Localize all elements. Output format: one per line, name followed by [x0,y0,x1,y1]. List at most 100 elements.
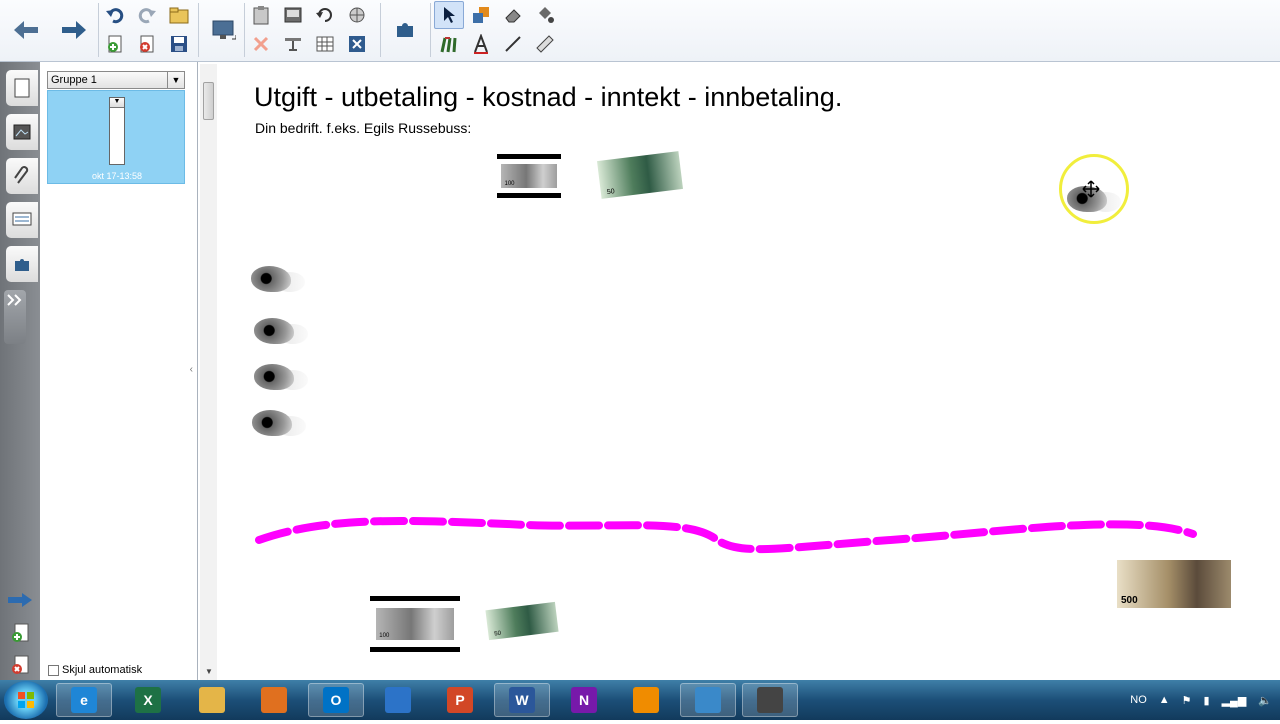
sidebar-tabs [0,62,40,680]
clipboard-icon [253,6,269,25]
paste-button[interactable] [246,1,276,29]
page-sorter-panel: Gruppe 1 ▼ ▼ okt 17-13:58 Skjul automati… [40,62,198,680]
close-button[interactable] [342,30,372,58]
taskbar-powerpoint[interactable]: P [432,683,488,717]
explorer-icon [199,687,225,713]
delete-page-button[interactable] [132,30,162,58]
undo-button[interactable] [100,1,130,29]
insert-picture-button[interactable] [342,1,372,29]
language-indicator[interactable]: NO [1130,694,1147,706]
scroll-down-icon[interactable]: ▼ [205,667,213,676]
save-icon [171,36,187,52]
show-hide-button[interactable] [278,30,308,58]
fill-tool[interactable] [530,1,560,29]
system-tray: NO ▲ ⚑ ▮ ▂▄▆ 🔈 [1130,680,1272,720]
add-ons-icon [15,259,29,271]
flag-icon[interactable]: ⚑ [1182,694,1192,707]
tab-gallery[interactable] [6,114,38,150]
thumbnail-menu-icon[interactable]: ▼ [110,98,124,108]
autohide-checkbox[interactable] [48,664,59,676]
volume-icon[interactable]: 🔈 [1258,694,1272,707]
add-page-button[interactable] [10,622,32,644]
thumbnail-label: okt 17-13:58 [91,171,143,181]
move-sidebar-button[interactable] [6,590,34,610]
vlc-icon [633,687,659,713]
taskbar-onenote[interactable]: N [556,683,612,717]
tab-page-sorter[interactable] [6,70,38,106]
thumbnail-preview: ▼ [109,97,125,165]
taskbar-explorer[interactable] [184,683,240,717]
taskbar-smart-notebook[interactable] [680,683,736,717]
pens-tool[interactable] [434,30,464,58]
save-button[interactable] [164,30,194,58]
taskbar-outlook[interactable]: O [308,683,364,717]
taskbar-internet-explorer[interactable]: e [56,683,112,717]
taskbar-excel[interactable]: X [120,683,176,717]
taskbar-skydrive[interactable] [370,683,426,717]
delete-page-icon [12,655,29,674]
select-tool[interactable] [434,1,464,29]
screen-shade-button[interactable] [278,1,308,29]
open-button[interactable] [164,1,194,29]
resize-handle[interactable]: ‹ [190,364,193,375]
reset-page-button[interactable] [310,1,340,29]
smart-notebook-icon [695,687,721,713]
battery-icon[interactable]: ▮ [1204,694,1210,707]
start-button[interactable] [4,681,48,719]
taskbar-screen-recorder[interactable] [742,683,798,717]
media-player-icon [261,687,287,713]
taskbar-media-player[interactable] [246,683,302,717]
gallery-icon [13,124,31,140]
delete-page-icon [140,35,154,53]
banknote-500[interactable]: 500 [1117,560,1231,608]
signal-icon[interactable]: ▂▄▆ [1222,694,1247,707]
windows-icon [18,692,34,708]
delete-button[interactable] [246,30,276,58]
chevron-down-icon: ▼ [167,72,184,88]
shapes-tool[interactable] [466,1,496,29]
sorter-scrollbar[interactable]: ▼ [200,64,217,680]
monitor-icon [212,20,236,40]
page-thumbnail[interactable]: ▼ okt 17-13:58 [47,90,185,184]
eraser-tool[interactable] [498,1,528,29]
line-tool[interactable] [498,30,528,58]
redo-button[interactable] [132,1,162,29]
magic-pen-icon [536,35,554,53]
undo-icon [106,8,124,24]
scroll-thumb[interactable] [203,82,214,120]
banknote-100[interactable]: 100 [370,596,460,652]
group-dropdown-label: Gruppe 1 [51,74,97,86]
delete-page-side-button[interactable] [10,654,32,676]
whiteboard-canvas[interactable]: Utgift - utbetaling - kostnad - inntekt … [217,64,1280,680]
chevron-up-icon[interactable]: ▲ [1159,694,1170,706]
paperclip-icon [14,166,29,184]
table-button[interactable] [310,30,340,58]
tab-add-ons[interactable] [6,246,38,282]
group-dropdown[interactable]: Gruppe 1 ▼ [47,71,185,89]
expand-sidebar-button[interactable] [4,290,26,344]
text-tool[interactable] [466,30,496,58]
taskbar-word[interactable]: W [494,683,550,717]
forward-button[interactable] [50,3,96,57]
add-on-button[interactable] [382,3,428,57]
back-button[interactable] [4,3,50,57]
new-page-button[interactable] [100,30,130,58]
screen-capture-button[interactable] [200,3,246,57]
tab-attachments[interactable] [6,158,38,194]
properties-icon [12,212,32,226]
taskbar: e X O P W N NO ▲ ⚑ ▮ ▂▄▆ 🔈 [0,680,1280,720]
outlook-icon: O [323,687,349,713]
powerpoint-icon: P [447,687,473,713]
shapes-icon [473,7,489,23]
autohide-option[interactable]: Skjul automatisk [48,664,142,676]
taskbar-vlc[interactable] [618,683,674,717]
screen-shade-icon [284,7,302,23]
puzzle-icon [397,23,413,37]
magic-pen-tool[interactable] [530,30,560,58]
tab-properties[interactable] [6,202,38,238]
cursor-icon [444,7,455,23]
redo-icon [138,8,156,24]
banknote-50-label: 50 [494,630,502,638]
internet-explorer-icon: e [71,687,97,713]
add-page-icon [108,35,122,53]
